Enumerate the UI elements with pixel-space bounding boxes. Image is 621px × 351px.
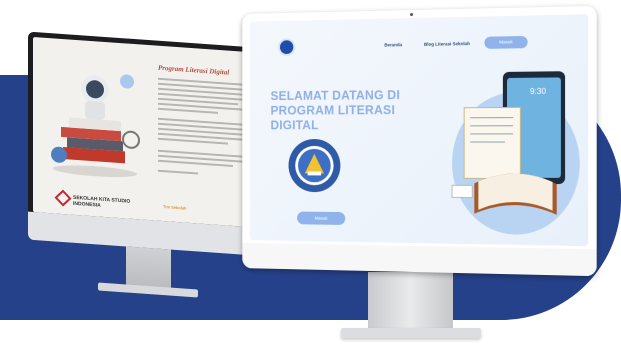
camera-icon bbox=[410, 13, 414, 17]
nav-link-beranda[interactable]: Beranda bbox=[384, 42, 402, 47]
text-line bbox=[158, 169, 198, 175]
text-line bbox=[158, 107, 218, 114]
nav-login-button[interactable]: Masuk bbox=[484, 35, 528, 49]
site-logo-icon[interactable] bbox=[278, 38, 296, 57]
front-monitor-stand bbox=[368, 272, 453, 334]
hero-title: SELAMAT DATANG DI PROGRAM LITERASI DIGIT… bbox=[270, 88, 401, 133]
front-monitor-foot bbox=[341, 328, 481, 338]
nav-link-blog[interactable]: Blog Literasi Sekolah bbox=[424, 41, 470, 47]
back-monitor: Program Literasi Digital SEKOLAH KITA ST… bbox=[28, 31, 268, 298]
astronaut-books-illustration bbox=[51, 74, 140, 178]
logo-icon bbox=[54, 189, 72, 207]
back-screen-footer-label[interactable]: Tim Sekolah bbox=[163, 204, 187, 211]
tablet-book-illustration: 9:30 bbox=[444, 71, 580, 236]
front-monitor-screen: Beranda Blog Literasi Sekolah Masuk SELA… bbox=[249, 14, 589, 247]
tablet-time: 9:30 bbox=[530, 87, 547, 97]
back-monitor-screen: Program Literasi Digital SEKOLAH KITA ST… bbox=[33, 36, 263, 229]
hero-login-button[interactable]: Masuk bbox=[297, 211, 346, 225]
front-monitor-chin bbox=[242, 242, 597, 277]
back-monitor-bezel: Program Literasi Digital SEKOLAH KITA ST… bbox=[28, 31, 268, 257]
front-monitor: Beranda Blog Literasi Sekolah Masuk SELA… bbox=[236, 5, 597, 340]
tut-wuri-handayani-emblem-icon bbox=[288, 139, 341, 193]
back-monitor-stand bbox=[126, 246, 171, 290]
front-monitor-bezel: Beranda Blog Literasi Sekolah Masuk SELA… bbox=[242, 5, 597, 277]
back-screen-title: Program Literasi Digital bbox=[158, 63, 230, 77]
back-screen-logo-text: SEKOLAH KITA STUDIO INDONESIA bbox=[73, 194, 131, 209]
